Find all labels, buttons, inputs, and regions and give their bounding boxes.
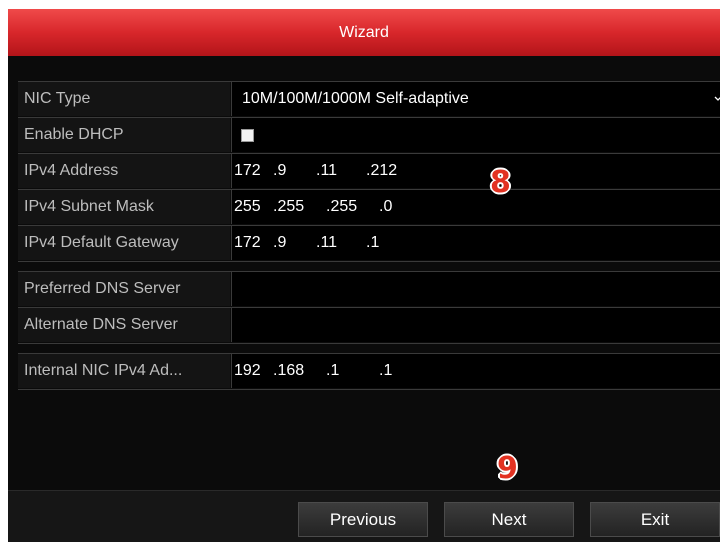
- chevron-down-icon: [714, 96, 720, 101]
- ip-octet: .255: [273, 198, 305, 215]
- internal-nic-row: Internal NIC IPv4 Ad... 192 .168 .1 .1: [18, 354, 720, 390]
- enable-dhcp-cell: [231, 118, 720, 152]
- nic-type-value: 10M/100M/1000M Self-adaptive: [242, 90, 469, 107]
- nic-type-dropdown[interactable]: 10M/100M/1000M Self-adaptive: [231, 82, 720, 116]
- network-settings-form: NIC Type 10M/100M/1000M Self-adaptive En…: [18, 81, 720, 390]
- preferred-dns-row: Preferred DNS Server: [18, 272, 720, 308]
- ip-octet: .11: [316, 234, 338, 251]
- section-divider: [18, 262, 720, 272]
- ipv4-address-label: IPv4 Address: [18, 154, 230, 188]
- ipv4-subnet-mask-input[interactable]: 255 .255 .255 .0: [231, 190, 720, 224]
- ip-octet: .212: [366, 162, 398, 179]
- ip-octet: 172: [234, 162, 261, 179]
- next-button[interactable]: Next: [444, 502, 574, 537]
- ip-octet: .9: [273, 234, 287, 251]
- previous-button[interactable]: Previous: [298, 502, 428, 537]
- ip-octet: 255: [234, 198, 261, 215]
- ipv4-default-gateway-input[interactable]: 172 .9 .11 .1: [231, 226, 720, 260]
- ipv4-address-row: IPv4 Address 172 .9 .11 .212: [18, 154, 720, 190]
- internal-nic-label: Internal NIC IPv4 Ad...: [18, 354, 230, 388]
- enable-dhcp-label: Enable DHCP: [18, 118, 230, 152]
- ip-octet: .255: [326, 198, 358, 215]
- nic-type-label: NIC Type: [18, 82, 230, 116]
- ip-octet: .11: [316, 162, 338, 179]
- ip-octet: 172: [234, 234, 261, 251]
- section-divider: [18, 344, 720, 354]
- ip-octet: 192: [234, 362, 261, 379]
- alternate-dns-input[interactable]: [231, 308, 720, 342]
- step-9-annotation: 9: [497, 451, 518, 486]
- ipv4-default-gateway-label: IPv4 Default Gateway: [18, 226, 230, 260]
- ip-octet: .1: [326, 362, 340, 379]
- enable-dhcp-row: Enable DHCP: [18, 118, 720, 154]
- ipv4-default-gateway-row: IPv4 Default Gateway 172 .9 .11 .1: [18, 226, 720, 262]
- internal-nic-input[interactable]: 192 .168 .1 .1: [231, 354, 720, 388]
- step-8-annotation: 8: [490, 165, 511, 200]
- nic-type-row: NIC Type 10M/100M/1000M Self-adaptive: [18, 82, 720, 118]
- preferred-dns-label: Preferred DNS Server: [18, 272, 230, 306]
- ipv4-subnet-mask-row: IPv4 Subnet Mask 255 .255 .255 .0: [18, 190, 720, 226]
- ip-octet: .1: [366, 234, 380, 251]
- ip-octet: .9: [273, 162, 287, 179]
- preferred-dns-input[interactable]: [231, 272, 720, 306]
- window-title: Wizard: [8, 9, 720, 56]
- ip-octet: .168: [273, 362, 305, 379]
- alternate-dns-row: Alternate DNS Server: [18, 308, 720, 344]
- exit-button[interactable]: Exit: [590, 502, 720, 537]
- ip-octet: .1: [379, 362, 393, 379]
- ipv4-address-input[interactable]: 172 .9 .11 .212: [231, 154, 720, 188]
- bottom-button-bar: Previous Next Exit: [8, 490, 720, 542]
- alternate-dns-label: Alternate DNS Server: [18, 308, 230, 342]
- enable-dhcp-checkbox[interactable]: [241, 129, 254, 142]
- ip-octet: .0: [379, 198, 393, 215]
- wizard-window: Wizard NIC Type 10M/100M/1000M Self-adap…: [8, 9, 720, 542]
- ipv4-subnet-mask-label: IPv4 Subnet Mask: [18, 190, 230, 224]
